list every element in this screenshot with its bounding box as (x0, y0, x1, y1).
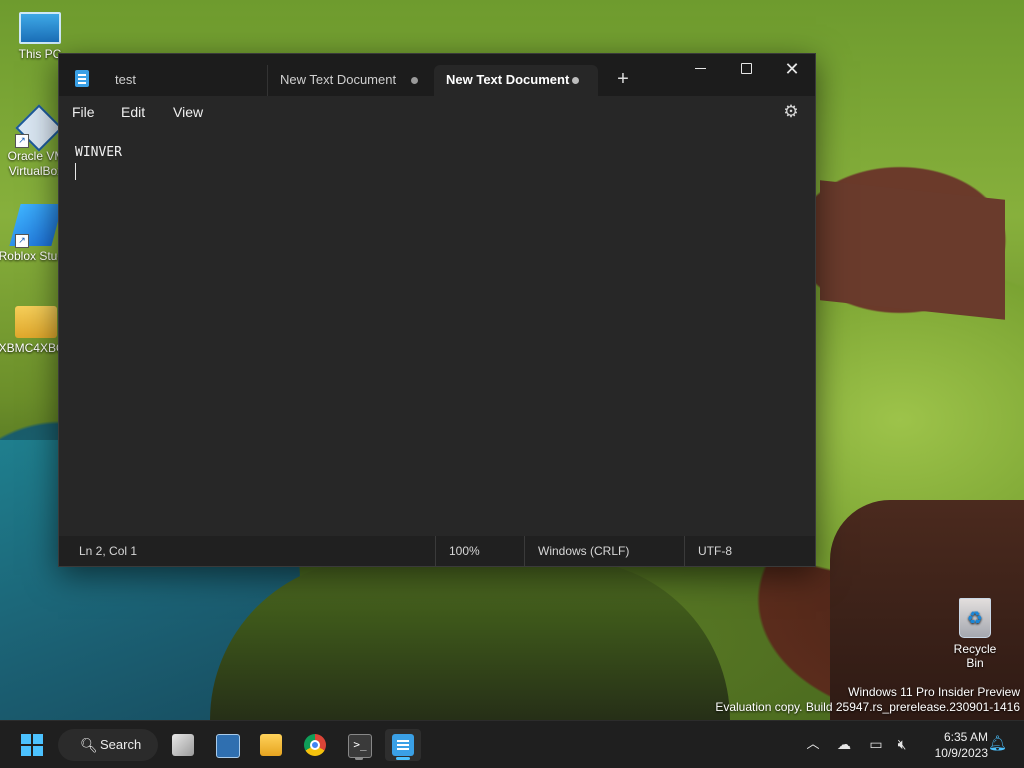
onedrive-cloud-icon[interactable]: ☁ (835, 735, 853, 753)
status-cursor-position: Ln 2, Col 1 (79, 544, 138, 558)
new-tab-button[interactable]: + (611, 67, 635, 91)
minimize-button[interactable] (677, 54, 723, 86)
folder-icon (260, 734, 282, 756)
notepad-app-icon (75, 70, 89, 87)
unsaved-dot-icon[interactable] (572, 77, 579, 84)
tab-title: New Text Document (446, 72, 570, 87)
zip-folder-icon (15, 306, 57, 338)
clock-time: 6:35 AM (943, 730, 988, 744)
show-hidden-icons-chevron-up-icon[interactable]: ︿ (804, 733, 822, 755)
tab-test[interactable]: test (103, 65, 263, 96)
running-indicator (396, 757, 410, 760)
watermark-build: Evaluation copy. Build 25947.rs_prerelea… (715, 700, 1020, 714)
status-encoding[interactable]: UTF-8 (684, 536, 732, 566)
notepad-icon (392, 734, 414, 756)
roblox-studio-icon: ↗ (9, 204, 63, 248)
notepad-window: test New Text Document New Text Document… (58, 53, 816, 567)
text-caret (75, 163, 76, 180)
wallpaper-cliff (210, 560, 730, 720)
unsaved-dot-icon[interactable] (411, 77, 418, 84)
search-label: Search (100, 737, 142, 752)
taskbar: 🔍︎ Search >_ ︿ ☁ ▭ 🔇︎ 6:35 AM 10/9/2023 … (0, 720, 1024, 768)
evaluation-watermark: Windows 11 Pro Insider Preview Evaluatio… (715, 685, 1020, 715)
taskbar-notepad[interactable] (385, 729, 421, 761)
menu-edit[interactable]: Edit (121, 96, 145, 128)
status-line-ending[interactable]: Windows (CRLF) (524, 536, 629, 566)
taskbar-chrome[interactable] (297, 729, 333, 761)
editor-content: WINVER (75, 145, 122, 160)
recycle-bin-icon: ♻ (959, 598, 991, 638)
chrome-icon (304, 734, 326, 756)
title-bar[interactable]: test New Text Document New Text Document… (59, 54, 815, 96)
shortcut-arrow-icon: ↗ (15, 134, 29, 148)
clock-date: 10/9/2023 (934, 746, 988, 760)
task-view-icon (172, 734, 194, 756)
network-icon[interactable]: ▭ (867, 735, 885, 753)
maximize-button[interactable] (723, 54, 769, 86)
taskbar-terminal[interactable]: >_ (341, 729, 377, 761)
status-zoom[interactable]: 100% (435, 536, 480, 566)
text-editor-area[interactable]: WINVER (59, 128, 815, 536)
computer-icon (19, 12, 61, 44)
running-indicator (355, 757, 363, 760)
tab-new-text-document-1[interactable]: New Text Document (267, 65, 432, 96)
taskbar-file-explorer[interactable] (253, 729, 289, 761)
tab-title: New Text Document (280, 72, 397, 87)
terminal-icon: >_ (348, 734, 372, 758)
taskbar-clock[interactable]: 6:35 AM 10/9/2023 (918, 729, 988, 761)
close-icon: ✕ (784, 59, 800, 79)
tab-new-text-document-2-active[interactable]: New Text Document (434, 65, 598, 96)
tab-title: test (115, 72, 136, 87)
status-bar: Ln 2, Col 1 100% Windows (CRLF) UTF-8 (59, 536, 815, 566)
search-icon: 🔍︎ (80, 737, 98, 753)
shortcut-arrow-icon: ↗ (15, 234, 29, 248)
start-button[interactable] (14, 729, 50, 761)
menu-file[interactable]: File (72, 96, 95, 128)
settings-gear-icon[interactable]: ⚙ (781, 102, 801, 122)
maximize-icon (740, 63, 752, 75)
windows-logo-icon (21, 734, 43, 756)
taskbar-search[interactable]: 🔍︎ Search (58, 729, 158, 761)
minimize-icon (694, 68, 706, 70)
volume-muted-icon[interactable]: 🔇︎ (893, 735, 911, 753)
wallpaper-field (820, 180, 1005, 320)
notification-bell-icon[interactable]: 🔔︎ (988, 735, 1007, 753)
menu-view[interactable]: View (173, 96, 203, 128)
resource-monitor-icon (216, 734, 240, 758)
menu-bar: File Edit View ⚙ (59, 96, 815, 128)
taskbar-resource-monitor[interactable] (209, 729, 245, 761)
close-button[interactable]: ✕ (769, 54, 815, 86)
virtualbox-icon: ↗ (15, 104, 63, 152)
desktop-icon-recycle-bin[interactable]: ♻ Recycle Bin (944, 598, 1006, 670)
desktop-icon-label: Recycle Bin (953, 642, 997, 670)
watermark-edition: Windows 11 Pro Insider Preview (848, 685, 1020, 699)
taskbar-task-view[interactable] (165, 729, 201, 761)
